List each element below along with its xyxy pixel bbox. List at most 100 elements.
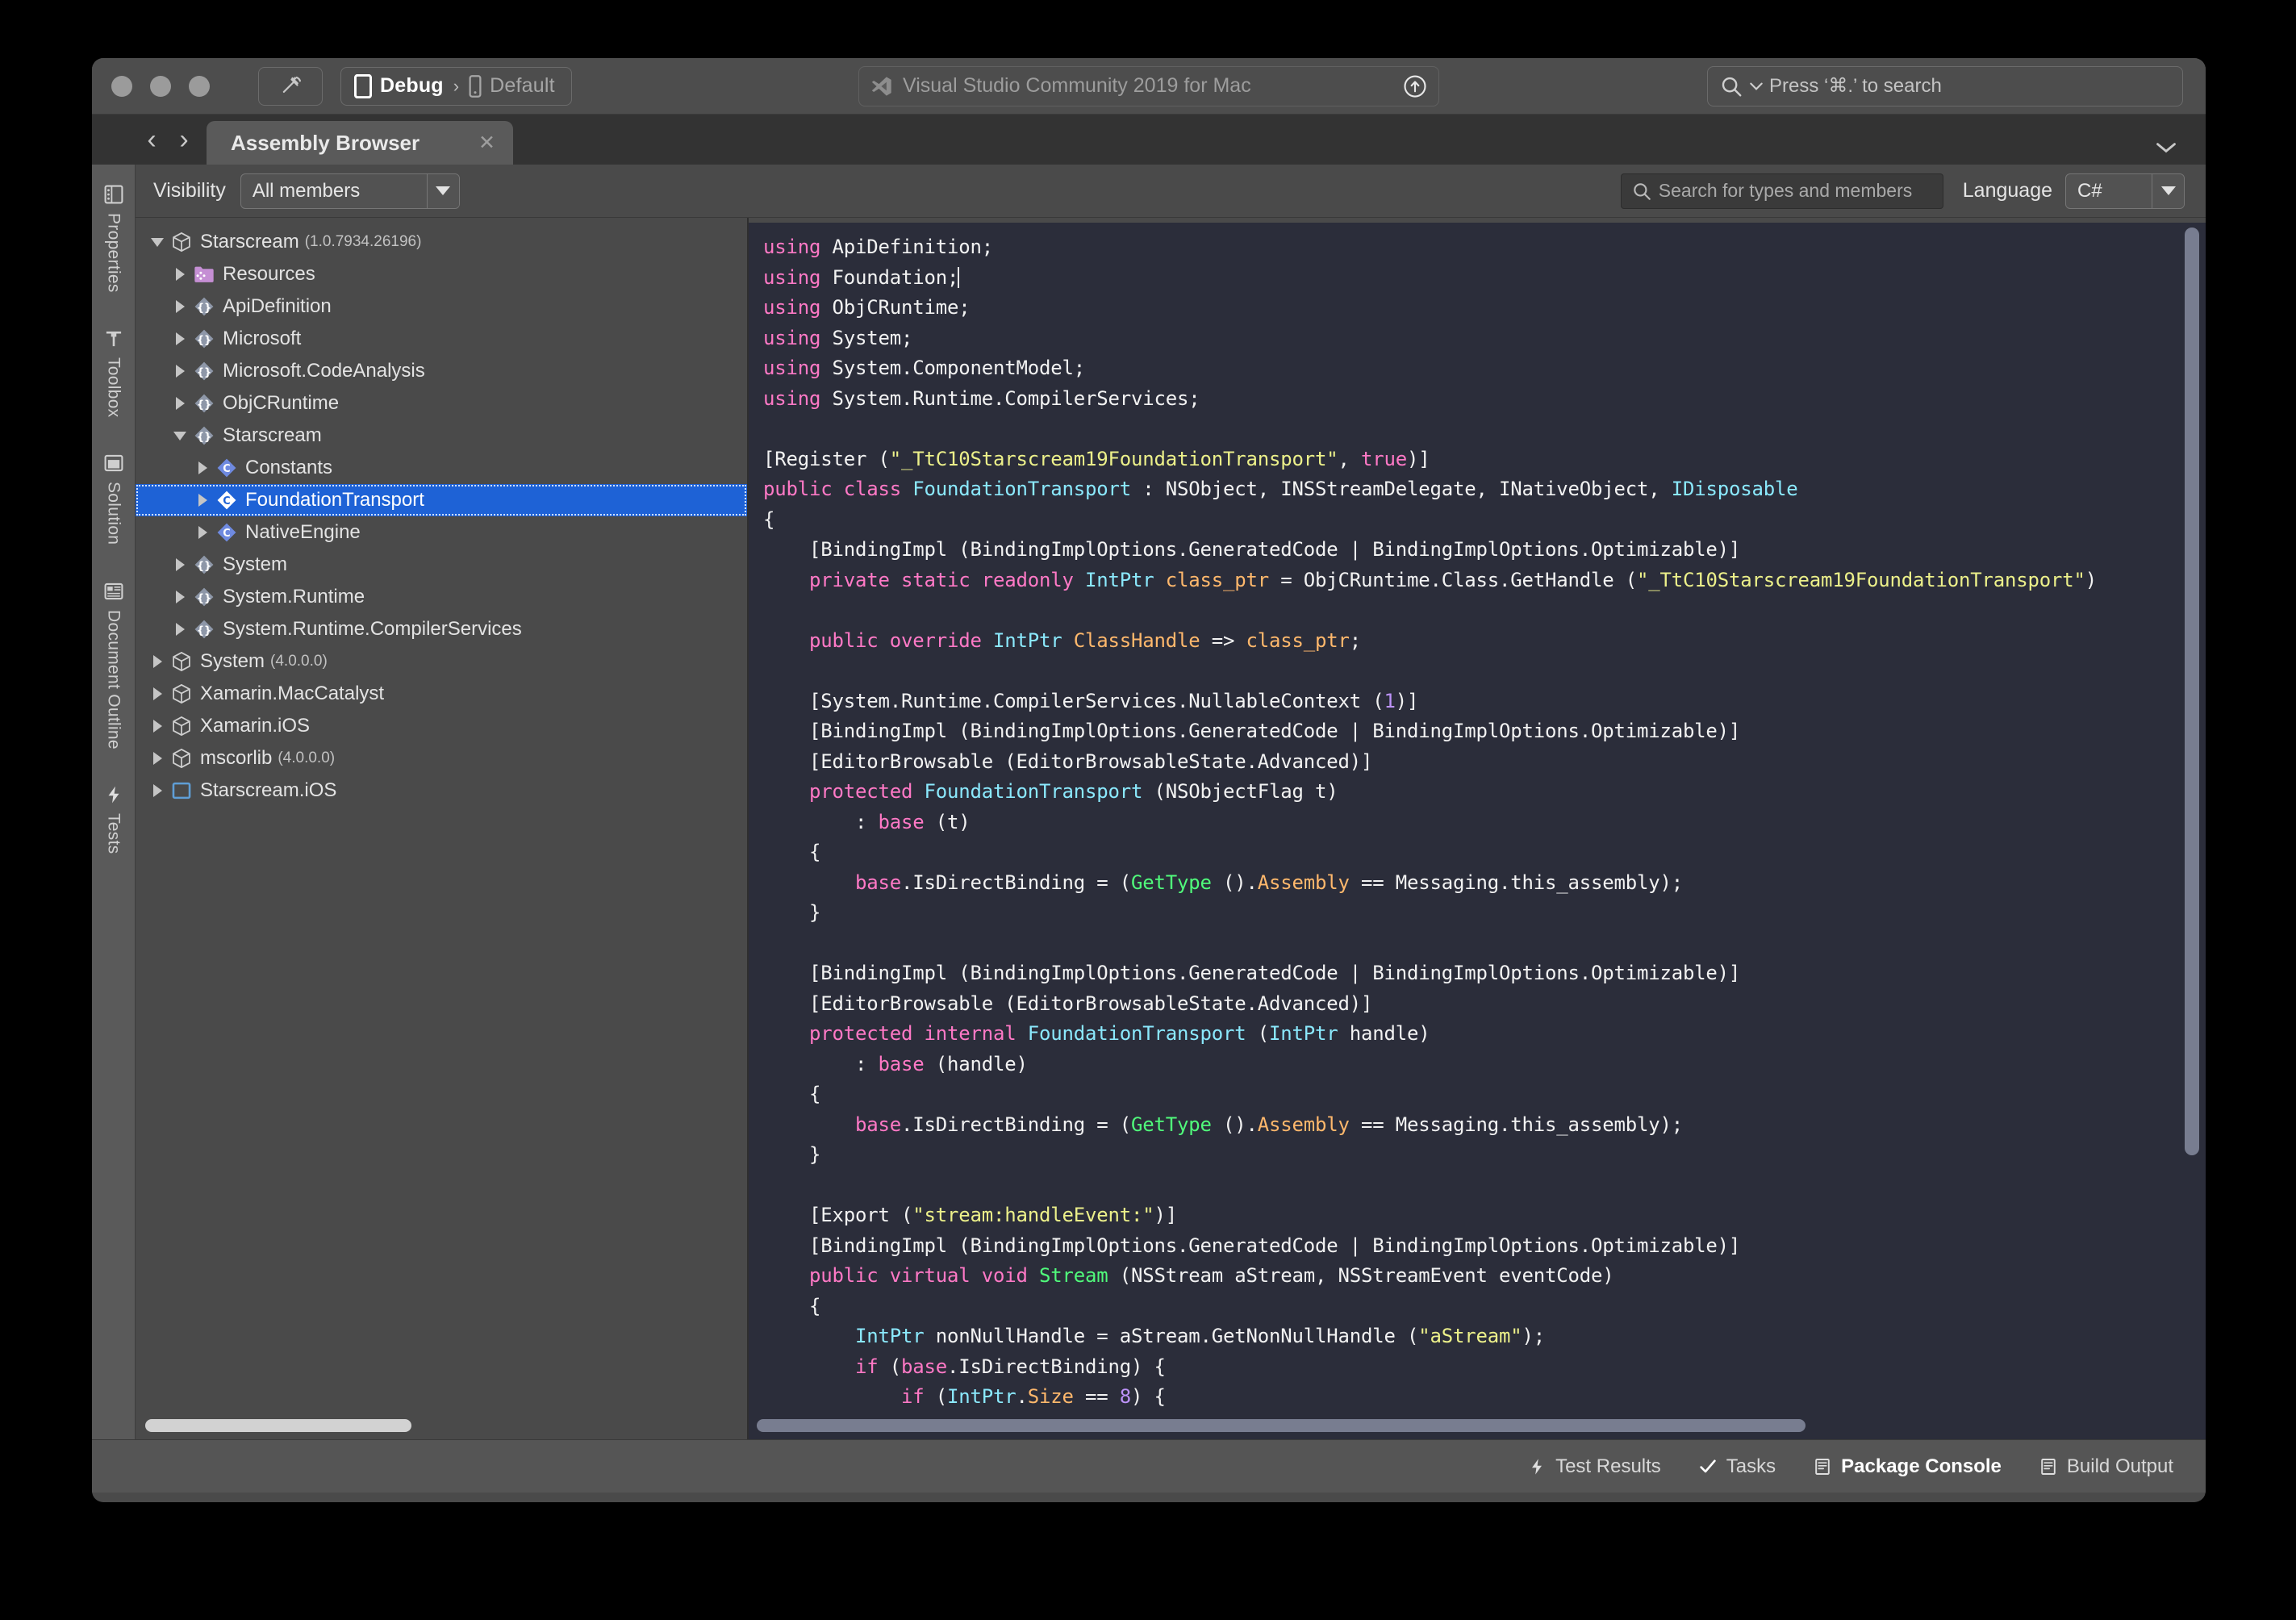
tree-node[interactable]: System (4.0.0.0) — [136, 645, 747, 678]
global-search-field[interactable]: Press ‘⌘.’ to search — [1707, 65, 2183, 106]
code-line: if (base.IsDirectBinding) { — [763, 1352, 2206, 1383]
code-token: protected internal — [809, 1022, 1017, 1045]
language-value: C# — [2077, 179, 2102, 202]
tree-node[interactable]: {} ObjCRuntime — [136, 387, 747, 420]
build-run-button[interactable] — [258, 66, 323, 106]
zoom-window-button[interactable] — [189, 75, 210, 97]
code-token: = ObjCRuntime.Class.GetHandle ( — [1268, 568, 1637, 591]
close-icon[interactable]: ✕ — [478, 131, 495, 155]
disclosure-triangle-closed-icon[interactable] — [169, 623, 190, 636]
code-line: [EditorBrowsable (EditorBrowsableState.A… — [763, 989, 2206, 1020]
pad-item-solution[interactable]: Solution — [103, 453, 124, 545]
disclosure-triangle-closed-icon[interactable] — [169, 300, 190, 313]
disclosure-triangle-closed-icon[interactable] — [147, 752, 168, 765]
disclosure-triangle-open-icon[interactable] — [147, 237, 168, 247]
disclosure-triangle-closed-icon[interactable] — [147, 687, 168, 700]
code-token: (). — [1211, 1113, 1258, 1136]
disclosure-triangle-closed-icon[interactable] — [169, 397, 190, 410]
class-icon: C — [213, 489, 240, 511]
disclosure-triangle-closed-icon[interactable] — [169, 591, 190, 603]
tree-node[interactable]: Xamarin.MacCatalyst — [136, 678, 747, 710]
close-window-button[interactable] — [111, 75, 132, 97]
search-scope-chevron-icon[interactable] — [1750, 81, 1763, 92]
assembly-tree[interactable]: Starscream (1.0.7934.26196) Resources {} Api… — [136, 218, 747, 1412]
pad-item-toolbox[interactable]: Toolbox — [103, 328, 124, 417]
scrollbar-thumb[interactable] — [2185, 228, 2199, 1155]
visual-studio-icon — [870, 75, 893, 98]
tree-node[interactable]: C Constants — [136, 452, 747, 484]
code-token: class_ptr — [1165, 568, 1269, 591]
code-token: [EditorBrowsable (EditorBrowsableState.A… — [763, 992, 1373, 1015]
editor-horizontal-scrollbar[interactable] — [749, 1412, 2206, 1439]
assembly-tree-pane: Starscream (1.0.7934.26196) Resources {} Api… — [136, 218, 749, 1439]
tree-node[interactable]: Starscream.iOS — [136, 775, 747, 807]
pad-item-properties[interactable]: Properties — [103, 184, 124, 293]
tree-node[interactable]: {} Starscream — [136, 420, 747, 452]
disclosure-triangle-closed-icon[interactable] — [169, 268, 190, 281]
update-available-icon[interactable] — [1403, 74, 1427, 98]
code-line: using Foundation; — [763, 263, 2206, 294]
chevron-down-icon[interactable] — [426, 173, 459, 208]
disclosure-triangle-closed-icon[interactable] — [147, 720, 168, 733]
tree-node[interactable]: C NativeEngine — [136, 516, 747, 549]
visibility-select[interactable]: All members — [240, 173, 460, 209]
editor-vertical-scrollbar[interactable] — [2183, 226, 2201, 1409]
language-select[interactable]: C# — [2065, 173, 2185, 209]
tree-node-label: Microsoft.CodeAnalysis — [223, 360, 425, 382]
tree-node[interactable]: {} System — [136, 549, 747, 581]
minimize-window-button[interactable] — [150, 75, 171, 97]
disclosure-triangle-open-icon[interactable] — [169, 431, 190, 440]
code-line: [BindingImpl (BindingImplOptions.Generat… — [763, 1231, 2206, 1262]
code-token: == Messaging.this_assembly); — [1349, 871, 1683, 894]
tree-node[interactable]: Xamarin.iOS — [136, 710, 747, 742]
run-configuration-selector[interactable]: Debug › Default — [340, 66, 572, 106]
tree-node[interactable]: C FoundationTransport — [136, 484, 747, 516]
chevron-down-icon[interactable] — [2156, 142, 2177, 153]
navigate-forward-button[interactable]: › — [168, 115, 200, 165]
disclosure-triangle-closed-icon[interactable] — [192, 494, 213, 507]
svg-text:{}: {} — [197, 302, 211, 314]
tree-node-label: Microsoft — [223, 328, 302, 349]
status-bar-item[interactable]: Package Console — [1813, 1455, 2002, 1478]
pad-item-tests[interactable]: Tests — [103, 784, 124, 854]
code-token: ClassHandle — [1073, 628, 1200, 652]
disclosure-triangle-closed-icon[interactable] — [169, 558, 190, 571]
status-bar-item[interactable]: Test Results — [1527, 1455, 1661, 1478]
tree-node[interactable]: {} Microsoft — [136, 323, 747, 355]
tree-node[interactable]: {} System.Runtime — [136, 581, 747, 613]
pad-item-document-outline[interactable]: Document Outline — [103, 581, 124, 749]
tree-node[interactable]: {} System.Runtime.CompilerServices — [136, 613, 747, 645]
tree-node-label: System.Runtime — [223, 586, 365, 608]
disclosure-triangle-closed-icon[interactable] — [147, 784, 168, 797]
tree-node[interactable]: mscorlib (4.0.0.0) — [136, 742, 747, 775]
tab-assembly-browser[interactable]: Assembly Browser ✕ — [207, 121, 513, 165]
disclosure-triangle-closed-icon[interactable] — [192, 526, 213, 539]
tree-node[interactable]: Starscream (1.0.7934.26196) — [136, 226, 747, 258]
disclosure-triangle-closed-icon[interactable] — [147, 655, 168, 668]
navigate-back-button[interactable]: ‹ — [136, 115, 168, 165]
code-token: "stream:handleEvent:" — [912, 1204, 1154, 1226]
assembly-icon — [168, 650, 195, 673]
tree-node[interactable]: {} ApiDefinition — [136, 290, 747, 323]
code-line: [Register ("_TtC10Starscream19Foundation… — [763, 445, 2206, 475]
code-token: { — [763, 507, 775, 531]
tab-label: Assembly Browser — [231, 130, 420, 155]
tree-node[interactable]: Resources — [136, 258, 747, 290]
chevron-down-icon[interactable] — [2152, 173, 2184, 208]
tree-horizontal-scrollbar[interactable] — [136, 1412, 747, 1439]
code-viewport[interactable]: using ApiDefinition; using Foundation; usi… — [749, 223, 2206, 1412]
status-bar-item[interactable]: Build Output — [2039, 1455, 2173, 1478]
member-search-input[interactable]: Search for types and members — [1620, 173, 1943, 209]
tree-node[interactable]: {} Microsoft.CodeAnalysis — [136, 355, 747, 387]
code-line: [EditorBrowsable (EditorBrowsableState.A… — [763, 747, 2206, 778]
disclosure-triangle-closed-icon[interactable] — [192, 461, 213, 474]
disclosure-triangle-closed-icon[interactable] — [169, 332, 190, 345]
status-bar-item[interactable]: Tasks — [1698, 1455, 1776, 1478]
code-token: { — [763, 841, 821, 863]
disclosure-triangle-closed-icon[interactable] — [169, 365, 190, 378]
svg-text:{}: {} — [197, 560, 211, 572]
